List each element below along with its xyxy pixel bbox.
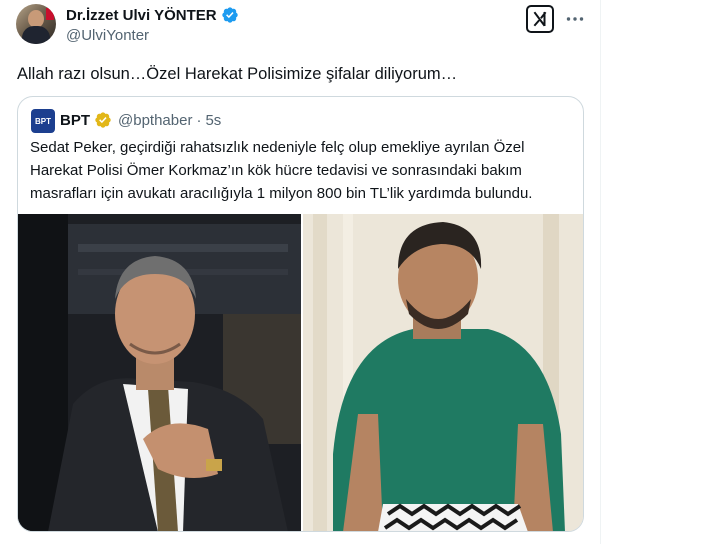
author-avatar[interactable] (16, 4, 56, 44)
author-name[interactable]: Dr.İzzet Ulvi YÖNTER (66, 7, 217, 24)
more-icon (566, 16, 584, 22)
tweet-text: Allah razı olsun…Özel Harekat Polisimize… (17, 65, 458, 83)
author-handle[interactable]: @UlviYonter (66, 27, 149, 44)
quote-photo-2[interactable] (303, 214, 583, 531)
quote-avatar-text: BPT (35, 116, 51, 126)
quote-author-handle[interactable]: @bpthaber (118, 112, 192, 129)
quote-author-name[interactable]: BPT (60, 112, 90, 129)
quoted-tweet[interactable]: BPT BPT @bpthaber · 5s Sedat Peker, geçi… (17, 96, 584, 532)
grok-button[interactable] (526, 5, 554, 33)
quote-author-avatar[interactable]: BPT (31, 109, 55, 133)
grok-icon (531, 10, 549, 28)
quote-text: Sedat Peker, geçirdiği rahatsızlık neden… (30, 139, 533, 202)
gold-verified-badge-icon (94, 111, 112, 129)
avatar-suit (22, 26, 50, 44)
quote-separator: · (196, 111, 202, 129)
flag-decoration (46, 8, 54, 20)
quote-photo-1[interactable] (18, 214, 301, 531)
more-options-button[interactable] (562, 6, 588, 32)
quote-timestamp[interactable]: 5s (205, 112, 221, 129)
verified-badge-icon (221, 6, 239, 24)
tweet-card: Dr.İzzet Ulvi YÖNTER @UlviYonter Allah r… (0, 0, 601, 544)
author-name-row: Dr.İzzet Ulvi YÖNTER (66, 6, 239, 24)
quote-header: BPT @bpthaber · 5s (60, 111, 221, 129)
